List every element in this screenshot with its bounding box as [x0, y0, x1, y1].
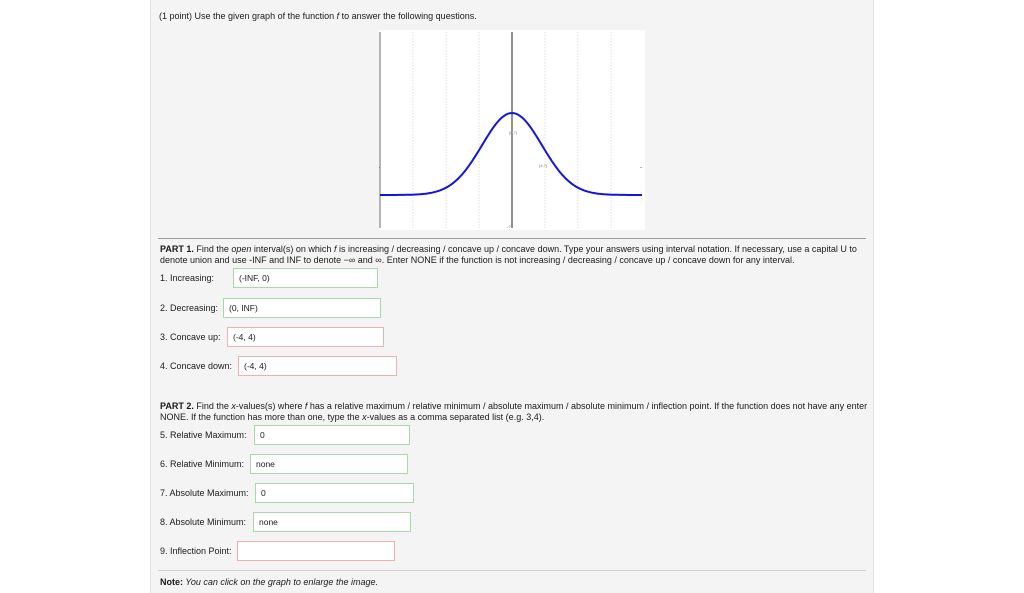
- concave-up-input[interactable]: [227, 327, 384, 347]
- question-relative-minimum: 6. Relative Minimum:: [160, 459, 244, 470]
- relative-maximum-input[interactable]: [254, 425, 410, 445]
- question-relative-maximum: 5. Relative Maximum:: [160, 430, 247, 441]
- absolute-maximum-input[interactable]: [255, 483, 414, 503]
- intro-text: (1 point) Use the given graph of the fun…: [159, 11, 337, 21]
- x-axis-left-label: -: [379, 165, 380, 171]
- question-inflection-point: 9. Inflection Point:: [160, 546, 232, 557]
- question-label: 3. Concave up:: [160, 332, 221, 342]
- part1-heading: PART 1.: [160, 244, 194, 254]
- problem-intro: (1 point) Use the given graph of the fun…: [159, 11, 477, 22]
- part2-heading: PART 2.: [160, 401, 194, 411]
- question-concave-up: 3. Concave up:: [160, 332, 221, 343]
- relative-minimum-input[interactable]: [250, 454, 408, 474]
- inflection-label: (4,?): [539, 163, 548, 168]
- divider: [158, 238, 866, 239]
- note-label: Note:: [160, 577, 183, 587]
- question-label: 4. Concave down:: [160, 361, 233, 371]
- note: Note: You can click on the graph to enla…: [160, 577, 378, 588]
- function-graph[interactable]: (0,?) (4,?) - - -?: [379, 30, 645, 230]
- question-decreasing: 2. Decreasing:: [160, 303, 218, 314]
- question-label: 2. Decreasing:: [160, 303, 219, 313]
- decreasing-input[interactable]: [223, 298, 381, 318]
- part2-instructions: PART 2. Find the x-values(s) where f has…: [160, 401, 868, 423]
- part2-text: -values(s) where: [235, 401, 305, 411]
- part1-instructions: PART 1. Find the open interval(s) on whi…: [160, 244, 868, 266]
- question-label: 9. Inflection Point:: [160, 546, 232, 556]
- question-absolute-maximum: 7. Absolute Maximum:: [160, 488, 249, 499]
- divider: [158, 570, 866, 571]
- part1-text: Find the: [193, 244, 232, 254]
- part1-open: open: [231, 244, 252, 254]
- part1-text: interval(s) on which: [251, 244, 334, 254]
- problem-panel: (1 point) Use the given graph of the fun…: [150, 0, 874, 593]
- question-label: 8. Absolute Minimum:: [160, 517, 247, 527]
- question-label: 1. Increasing:: [160, 273, 215, 283]
- question-label: 6. Relative Minimum:: [160, 459, 245, 469]
- question-absolute-minimum: 8. Absolute Minimum:: [160, 517, 246, 528]
- concave-down-input[interactable]: [238, 356, 397, 376]
- question-concave-down: 4. Concave down:: [160, 361, 232, 372]
- part2-text: Find the: [193, 401, 232, 411]
- x-axis-right-label: -: [640, 165, 642, 171]
- question-label: 7. Absolute Maximum:: [160, 488, 249, 498]
- inflection-point-input[interactable]: [237, 541, 395, 561]
- question-label: 5. Relative Maximum:: [160, 430, 247, 440]
- increasing-input[interactable]: [233, 268, 378, 288]
- peak-label: (0,?): [509, 130, 518, 135]
- question-increasing: 1. Increasing:: [160, 273, 214, 284]
- part2-text: -values as a comma separated list (e.g. …: [366, 412, 545, 422]
- absolute-minimum-input[interactable]: [253, 512, 411, 532]
- note-text: You can click on the graph to enlarge th…: [183, 577, 378, 587]
- intro-text-end: to answer the following questions.: [339, 11, 477, 21]
